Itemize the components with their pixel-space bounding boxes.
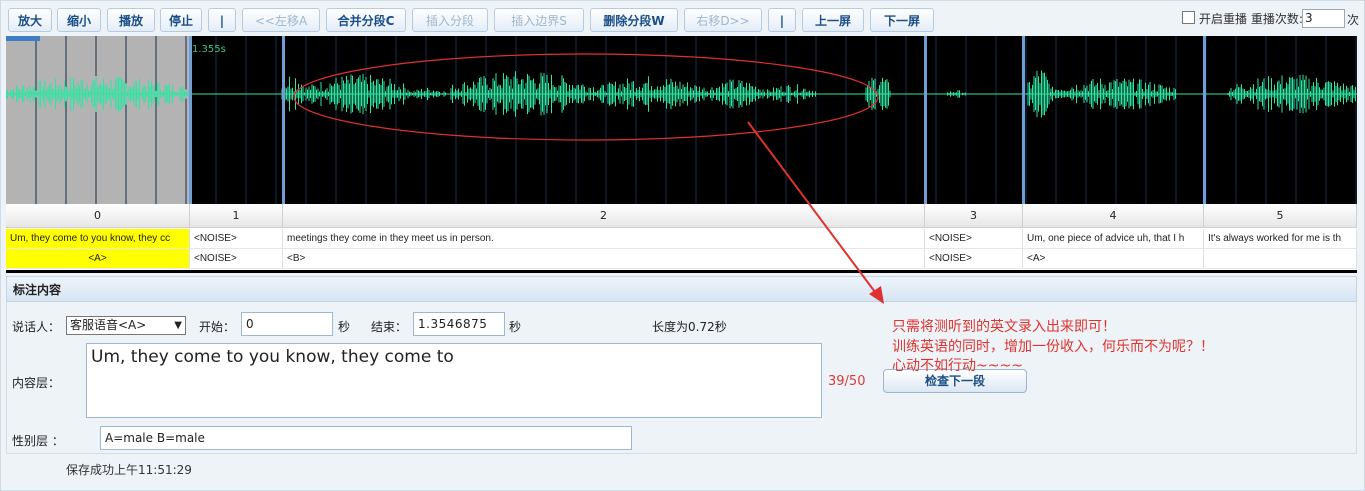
insert-boundary-button[interactable]: 插入边界S	[494, 8, 584, 32]
transcript-textarea[interactable]: Um, they come to you know, they come to	[86, 343, 822, 418]
end-seconds-unit: 秒	[509, 320, 522, 334]
segment-header-0[interactable]: 0	[6, 204, 190, 228]
play-button[interactable]: 播放	[107, 8, 155, 32]
segment-text-5[interactable]: It's always worked for me is th	[1204, 229, 1357, 249]
move-left-button[interactable]: <<左移A	[242, 8, 320, 32]
insert-segment-button[interactable]: 插入分段	[412, 8, 488, 32]
replay-checkbox[interactable]	[1182, 11, 1195, 24]
segment-speaker-2[interactable]: <B>	[283, 249, 925, 269]
char-counter: 39/50	[828, 374, 866, 389]
segment-speaker-1[interactable]: <NOISE>	[190, 249, 283, 269]
replay-label: 开启重播 重播次数:	[1199, 12, 1303, 26]
segment-boundary[interactable]	[189, 36, 192, 204]
move-right-button[interactable]: 右移D>>	[684, 8, 762, 32]
replay-unit-label: 次	[1347, 13, 1360, 27]
gender-input[interactable]: A=male B=male	[100, 426, 632, 450]
playhead-marker	[6, 36, 40, 41]
end-time-input[interactable]: 1.3546875	[413, 312, 505, 336]
segment-boundary[interactable]	[924, 36, 927, 204]
promo-note-line-3: 心动不如行动~~~~	[892, 358, 1023, 374]
end-label: 结束：	[371, 320, 408, 334]
merge-segment-button[interactable]: 合并分段C	[326, 8, 406, 32]
selected-region	[6, 36, 190, 204]
segment-text-1[interactable]: <NOISE>	[190, 229, 283, 249]
segment-speaker-0[interactable]: <A>	[6, 249, 190, 269]
gender-label: 性别层 ：	[12, 434, 64, 448]
waveform-canvas[interactable]: 1.355s	[6, 36, 1357, 204]
waveform-graphic	[6, 36, 1357, 204]
segment-text-2[interactable]: meetings they come in they meet us in pe…	[283, 229, 925, 249]
speaker-select-value: 客服语音<A>	[70, 318, 147, 332]
segment-header-3[interactable]: 3	[925, 204, 1023, 228]
segment-header-4[interactable]: 4	[1023, 204, 1204, 228]
stop-button[interactable]: 停止	[160, 8, 202, 32]
start-seconds-unit: 秒	[338, 320, 351, 334]
speaker-label: 说话人：	[12, 320, 61, 334]
chevron-down-icon: ▼	[174, 320, 182, 331]
prev-screen-button[interactable]: 上一屏	[802, 8, 864, 32]
zoom-out-button[interactable]: 缩小	[57, 8, 101, 32]
promo-note-line-2: 训练英语的同时，增加一份收入，何乐而不为呢？！	[892, 339, 1214, 355]
speaker-select[interactable]: 客服语音<A> ▼	[66, 316, 186, 335]
segment-speaker-4[interactable]: <A>	[1023, 249, 1204, 269]
content-label: 内容层：	[12, 376, 61, 390]
annotation-panel-title: 标注内容	[6, 276, 1357, 302]
delete-segment-button[interactable]: 删除分段W	[590, 8, 678, 32]
start-label: 开始：	[199, 320, 236, 334]
next-screen-button[interactable]: 下一屏	[870, 8, 934, 32]
segment-boundary[interactable]	[1203, 36, 1206, 204]
segment-speaker-3[interactable]: <NOISE>	[925, 249, 1023, 269]
segment-boundary[interactable]	[1022, 36, 1025, 204]
zoom-in-button[interactable]: 放大	[8, 8, 52, 32]
toolbar-divider-button[interactable]: |	[208, 8, 236, 32]
save-status: 保存成功上午11:51:29	[66, 463, 192, 477]
promo-note-line-1: 只需将测听到的英文录入出来即可！	[892, 319, 1116, 335]
segment-text-3[interactable]: <NOISE>	[925, 229, 1023, 249]
segment-text-0[interactable]: Um, they come to you know, they cc	[6, 229, 190, 249]
cursor-timestamp: 1.355s	[192, 44, 226, 55]
segment-speaker-5[interactable]	[1204, 249, 1357, 269]
toolbar-divider-button-2[interactable]: |	[768, 8, 796, 32]
segment-header-1[interactable]: 1	[190, 204, 283, 228]
replay-count-input[interactable]: 3	[1302, 9, 1345, 28]
segment-header-2[interactable]: 2	[283, 204, 925, 228]
segment-header-5[interactable]: 5	[1204, 204, 1357, 228]
segment-grid: 0 1 2 3 4 5 Um, they come to you know, t…	[6, 204, 1357, 273]
segment-boundary[interactable]	[282, 36, 285, 204]
segment-text-4[interactable]: Um, one piece of advice uh, that I h	[1023, 229, 1204, 249]
segment-length-text: 长度为0.72秒	[652, 320, 727, 334]
start-time-input[interactable]: 0	[241, 312, 333, 336]
replay-control: 开启重播 重播次数:	[1182, 10, 1303, 27]
